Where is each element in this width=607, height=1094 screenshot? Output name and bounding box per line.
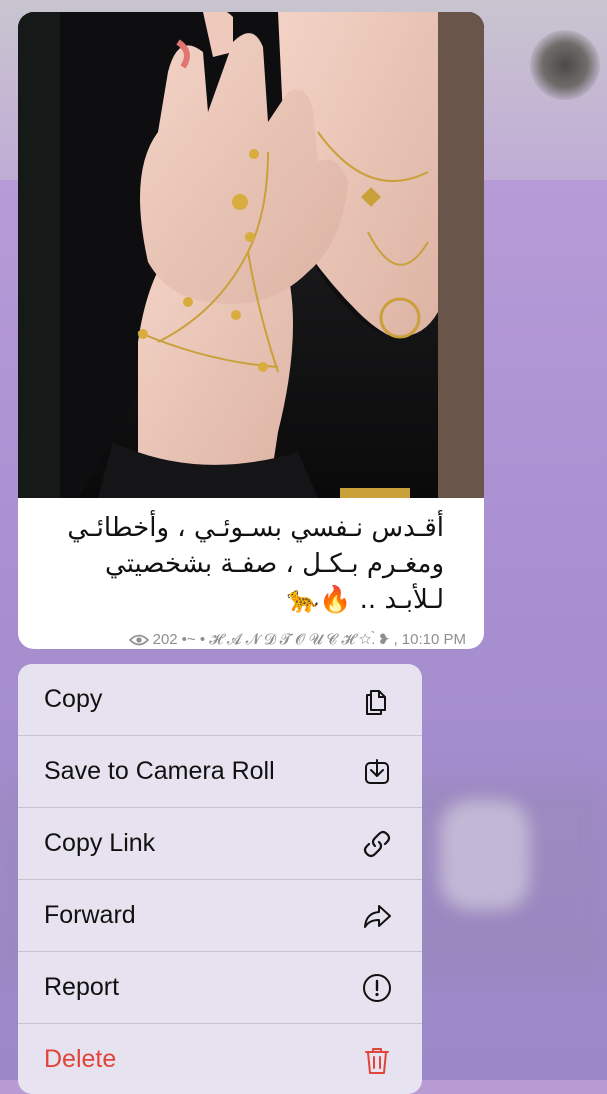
caption-line: أقـدس نـفسي بسـوئـي ، وأخطائـي (67, 513, 444, 543)
forward-icon (360, 899, 394, 933)
menu-item-delete[interactable]: Delete (18, 1024, 422, 1094)
message-caption: أقـدس نـفسي بسـوئـي ، وأخطائـي ومغـرم بـ… (24, 510, 444, 618)
menu-item-label: Save to Camera Roll (44, 757, 275, 785)
message-time: 10:10 PM (401, 631, 466, 648)
caption-line: لـلأبـد .. 🔥🐆 (286, 585, 444, 615)
eye-icon (128, 634, 149, 645)
menu-item-label: Report (44, 973, 120, 1001)
link-icon (360, 827, 394, 861)
menu-item-copy-link[interactable]: Copy Link (18, 808, 422, 880)
jewelry-photo-image (18, 12, 484, 498)
menu-item-copy[interactable]: Copy (18, 664, 422, 736)
menu-item-forward[interactable]: Forward (18, 880, 422, 952)
message-meta: 202 •~ • 𝓗 𝓐 𝓝 𝓓 𝓣 𝓞 𝓤 𝓒 𝓗 ☆.̀ ❥ , 10:10… (128, 631, 466, 648)
context-menu: Copy Save to Camera Roll Copy Link Forwa… (18, 664, 422, 1094)
download-icon (360, 755, 394, 789)
post-signature: •~ • 𝓗 𝓐 𝓝 𝓓 𝓣 𝓞 𝓤 𝓒 𝓗 ☆.̀ ❥ (181, 631, 390, 648)
menu-item-label: Forward (44, 901, 136, 929)
menu-item-report[interactable]: Report (18, 952, 422, 1024)
copy-icon (360, 683, 394, 717)
blurred-bubble (440, 800, 530, 910)
message-photo[interactable] (18, 12, 484, 498)
view-count: 202 (152, 631, 178, 648)
blurred-avatar (530, 30, 600, 100)
message-bubble[interactable]: أقـدس نـفسي بسـوئـي ، وأخطائـي ومغـرم بـ… (18, 12, 484, 649)
menu-item-label: Copy Link (44, 829, 156, 857)
menu-item-save-to-camera-roll[interactable]: Save to Camera Roll (18, 736, 422, 808)
menu-item-label: Delete (44, 1045, 117, 1073)
menu-item-label: Copy (44, 685, 103, 713)
exclamation-icon (360, 971, 394, 1005)
caption-line: ومغـرم بـكـل ، صفـة بشخصيتي (105, 549, 444, 579)
trash-icon (360, 1043, 394, 1077)
